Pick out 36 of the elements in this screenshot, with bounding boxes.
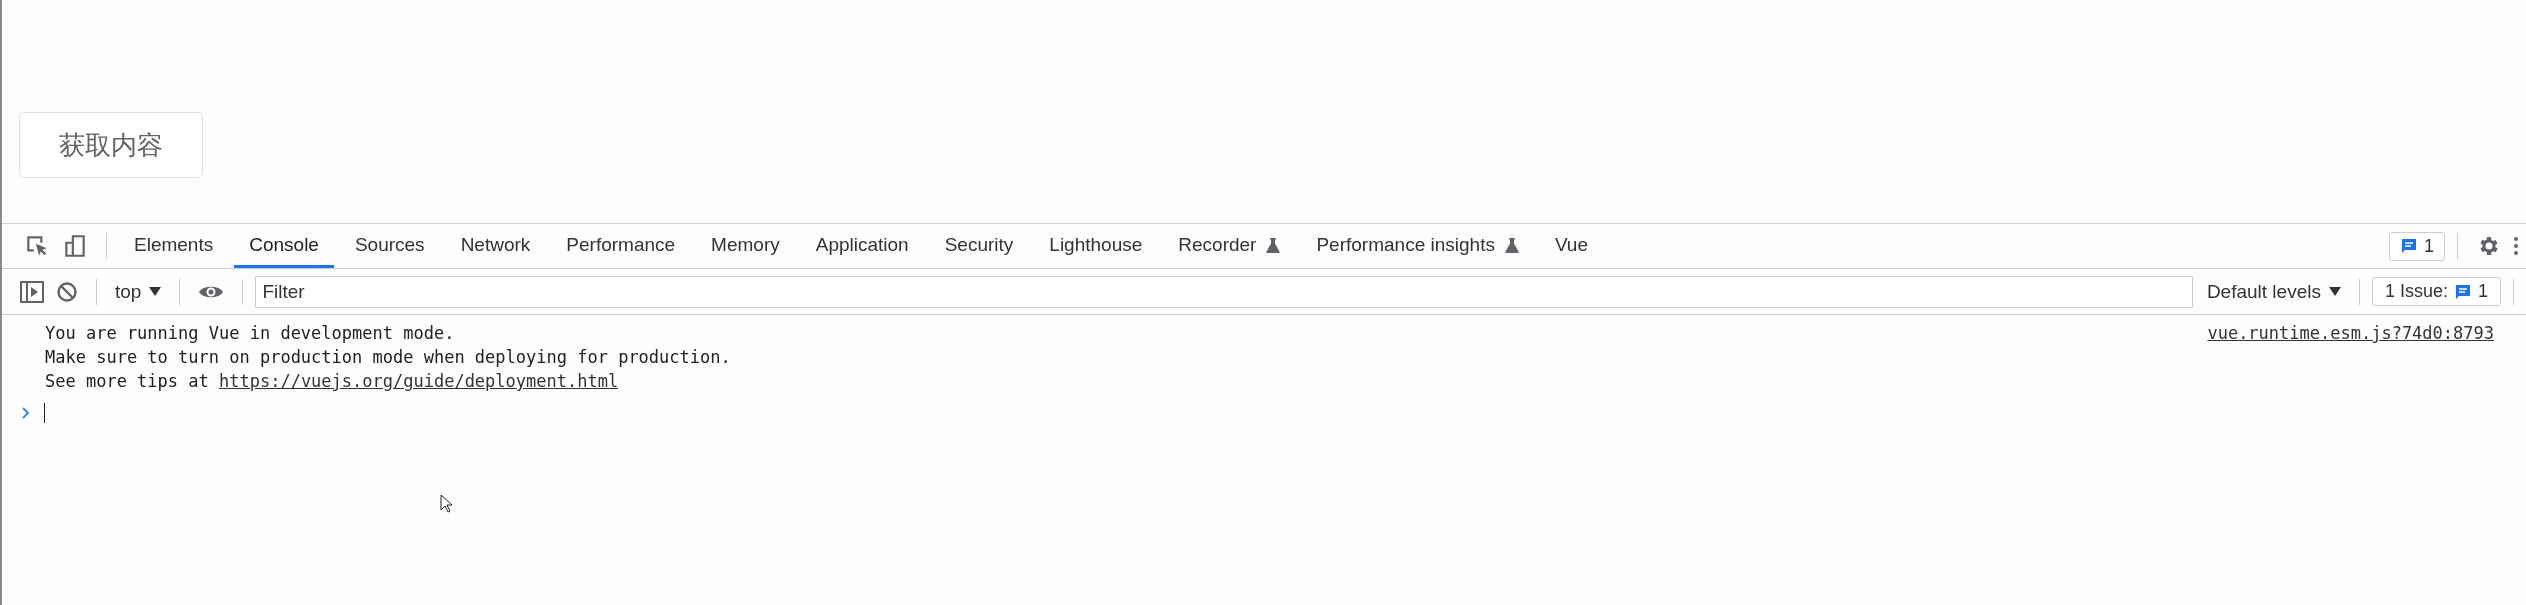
panel-tab[interactable]: Recorder	[1163, 224, 1296, 268]
dropdown-caret-icon	[149, 287, 162, 296]
panel-tab[interactable]: Vue	[1539, 224, 1603, 268]
log-levels-dropdown[interactable]: Default levels	[2200, 280, 2347, 303]
device-toolbar-icon[interactable]	[62, 233, 88, 259]
panel-tab[interactable]: Performance insights	[1301, 224, 1534, 268]
panel-tab[interactable]: Sources	[339, 224, 440, 268]
console-message: You are running Vue in development mode.	[45, 322, 456, 345]
panel-tab[interactable]: Lighthouse	[1034, 224, 1158, 268]
panel-tab[interactable]: Elements	[119, 224, 229, 268]
message-icon	[2400, 237, 2418, 255]
mouse-pointer-icon	[440, 494, 454, 514]
context-dropdown[interactable]: top	[109, 280, 168, 303]
prompt-chevron-icon	[22, 407, 30, 419]
panel-tab[interactable]: Security	[929, 224, 1029, 268]
flask-icon	[1266, 236, 1281, 253]
clear-console-icon[interactable]	[56, 280, 78, 303]
text-cursor	[44, 403, 45, 423]
issues-button[interactable]: 1 Issue: 1	[2371, 277, 2501, 306]
panel-tab[interactable]: Network	[445, 224, 546, 268]
console-message: Make sure to turn on production mode when deploying for production.	[45, 346, 731, 369]
fetch-content-button[interactable]: 获取内容	[19, 112, 203, 178]
filter-field[interactable]: Filter	[255, 275, 2193, 308]
console-message: See more tips at	[45, 371, 210, 391]
sidebar-toggle-icon[interactable]	[20, 280, 44, 303]
source-link[interactable]: vue.runtime.esm.js?74d0:8793	[2207, 321, 2494, 393]
messages-badge[interactable]: 1	[2389, 231, 2445, 261]
more-options-icon[interactable]	[2512, 234, 2520, 258]
flask-icon	[1504, 236, 1519, 253]
panel-tab[interactable]: Memory	[696, 224, 795, 268]
docs-link[interactable]: https://vuejs.org/guide/deployment.html	[219, 371, 619, 391]
message-icon	[2454, 282, 2472, 301]
panel-tab[interactable]: Console	[234, 224, 334, 268]
panel-tab[interactable]: Performance	[551, 224, 691, 268]
panel-tab[interactable]: Application	[800, 224, 924, 268]
dropdown-caret-icon	[2328, 287, 2341, 296]
